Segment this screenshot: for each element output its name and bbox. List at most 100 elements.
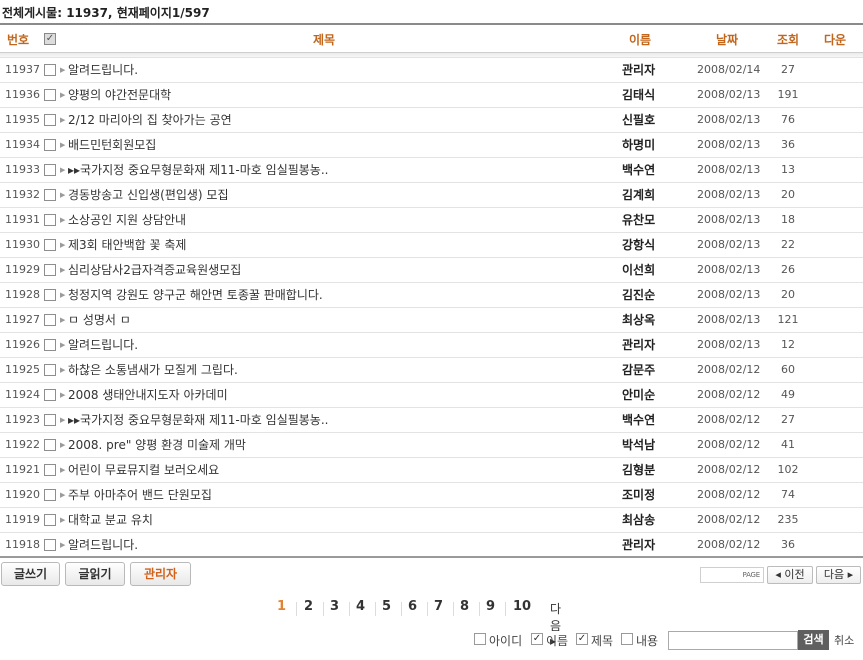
row-checkbox[interactable] bbox=[44, 264, 56, 276]
next-page-button[interactable]: 다음 ▸ bbox=[816, 566, 861, 584]
board-footer-line bbox=[0, 556, 863, 558]
read-button[interactable]: 글읽기 bbox=[65, 562, 125, 586]
arrow-icon: ▶ bbox=[60, 241, 66, 249]
page-link-2[interactable]: 2 bbox=[304, 599, 313, 614]
prev-page-button[interactable]: ◂ 이전 bbox=[767, 566, 813, 584]
row-checkbox[interactable] bbox=[44, 64, 56, 76]
search-button[interactable]: 검색 bbox=[798, 630, 829, 650]
post-title-link[interactable]: ▸▸국가지정 중요무형문화재 제11-마호 임실필봉농.. bbox=[68, 158, 328, 182]
row-checkbox[interactable] bbox=[44, 89, 56, 101]
page-link-8[interactable]: 8 bbox=[460, 599, 469, 614]
post-views: 41 bbox=[781, 438, 795, 451]
page-link-1[interactable]: 1 bbox=[277, 599, 286, 614]
post-title-link[interactable]: 알려드립니다. bbox=[68, 533, 138, 557]
post-date: 2008/02/13 bbox=[697, 88, 761, 101]
post-author: 조미정 bbox=[622, 488, 656, 502]
post-author: 김형분 bbox=[622, 463, 656, 477]
arrow-icon: ▶ bbox=[60, 216, 66, 224]
page-separator bbox=[375, 602, 376, 616]
post-author: 유찬모 bbox=[622, 213, 656, 227]
row-checkbox[interactable] bbox=[44, 314, 56, 326]
post-date: 2008/02/13 bbox=[697, 238, 761, 251]
total-label: 전체게시물: bbox=[2, 6, 62, 20]
arrow-icon: ▶ bbox=[60, 366, 66, 374]
post-title-link[interactable]: 청정지역 강원도 양구군 해안면 토종꿀 판매합니다. bbox=[68, 283, 323, 307]
column-header-title: 제목 bbox=[313, 33, 336, 47]
table-row: 11925 ▶ 하찮은 소통냄새가 모질게 그립다. 감문주 2008/02/12 60 bbox=[0, 358, 863, 383]
page-link-10[interactable]: 10 bbox=[513, 599, 531, 614]
post-views: 49 bbox=[781, 388, 795, 401]
table-row: 11928 ▶ 청정지역 강원도 양구군 해안면 토종꿀 판매합니다. 김진순 2008… bbox=[0, 283, 863, 308]
row-checkbox[interactable] bbox=[44, 514, 56, 526]
row-checkbox[interactable] bbox=[44, 239, 56, 251]
arrow-icon: ▶ bbox=[60, 141, 66, 149]
search-option-checkbox[interactable] bbox=[621, 633, 633, 645]
search-input[interactable] bbox=[668, 631, 798, 650]
row-checkbox[interactable] bbox=[44, 414, 56, 426]
arrow-icon: ▶ bbox=[60, 91, 66, 99]
row-checkbox[interactable] bbox=[44, 214, 56, 226]
post-number: 11922 bbox=[5, 438, 40, 451]
post-title-link[interactable]: 하찮은 소통냄새가 모질게 그립다. bbox=[68, 358, 238, 382]
post-title-link[interactable]: 2008. pre" 양평 환경 미술제 개막 bbox=[68, 433, 246, 457]
page-link-6[interactable]: 6 bbox=[408, 599, 417, 614]
row-checkbox[interactable] bbox=[44, 289, 56, 301]
page-number-input[interactable]: PAGE bbox=[700, 567, 764, 583]
page-link-7[interactable]: 7 bbox=[434, 599, 443, 614]
post-title-link[interactable]: 대학교 분교 유치 bbox=[68, 508, 153, 532]
post-views: 12 bbox=[781, 338, 795, 351]
row-checkbox[interactable] bbox=[44, 114, 56, 126]
post-title-link[interactable]: 심리상담사2급자격증교육원생모집 bbox=[68, 258, 241, 282]
post-number: 11936 bbox=[5, 88, 40, 101]
page-link-5[interactable]: 5 bbox=[382, 599, 391, 614]
write-button[interactable]: 글쓰기 bbox=[1, 562, 60, 586]
post-title-link[interactable]: 제3회 태안백합 꽃 축제 bbox=[68, 233, 186, 257]
post-title-link[interactable]: ㅁ 성명서 ㅁ bbox=[68, 308, 131, 332]
row-checkbox[interactable] bbox=[44, 364, 56, 376]
post-views: 27 bbox=[781, 63, 795, 76]
page-link-4[interactable]: 4 bbox=[356, 599, 365, 614]
row-checkbox[interactable] bbox=[44, 539, 56, 551]
row-checkbox[interactable] bbox=[44, 164, 56, 176]
arrow-icon: ▶ bbox=[60, 316, 66, 324]
search-option-checkbox[interactable]: ✓ bbox=[531, 633, 543, 645]
post-author: 안미순 bbox=[622, 388, 656, 402]
page-link-9[interactable]: 9 bbox=[486, 599, 495, 614]
row-checkbox[interactable] bbox=[44, 389, 56, 401]
arrow-icon: ▶ bbox=[60, 516, 66, 524]
post-author: 하명미 bbox=[622, 138, 656, 152]
cancel-button[interactable]: 취소 bbox=[834, 632, 854, 648]
admin-button[interactable]: 관리자 bbox=[130, 562, 191, 586]
post-title-link[interactable]: 알려드립니다. bbox=[68, 333, 138, 357]
post-title-link[interactable]: 어린이 무료뮤지컬 보러오세요 bbox=[68, 458, 219, 482]
post-number: 11934 bbox=[5, 138, 40, 151]
page-link-3[interactable]: 3 bbox=[330, 599, 339, 614]
post-author: 관리자 bbox=[622, 338, 656, 352]
post-number: 11932 bbox=[5, 188, 40, 201]
row-checkbox[interactable] bbox=[44, 489, 56, 501]
post-title-link[interactable]: 2/12 마리아의 집 찾아가는 공연 bbox=[68, 108, 232, 132]
select-all-checkbox[interactable]: ✓ bbox=[44, 33, 56, 45]
search-option-checkbox[interactable] bbox=[474, 633, 486, 645]
post-title-link[interactable]: 양평의 야간전문대학 bbox=[68, 83, 171, 107]
arrow-icon: ▶ bbox=[60, 191, 66, 199]
row-checkbox[interactable] bbox=[44, 189, 56, 201]
row-checkbox[interactable] bbox=[44, 439, 56, 451]
table-row: 11932 ▶ 경동방송고 신입생(편입생) 모집 김계희 2008/02/13 20 bbox=[0, 183, 863, 208]
post-title-link[interactable]: 알려드립니다. bbox=[68, 58, 138, 82]
search-option-checkbox[interactable]: ✓ bbox=[576, 633, 588, 645]
arrow-icon: ▶ bbox=[60, 391, 66, 399]
post-title-link[interactable]: 2008 생태안내지도자 아카데미 bbox=[68, 383, 228, 407]
row-checkbox[interactable] bbox=[44, 464, 56, 476]
arrow-icon: ▶ bbox=[60, 491, 66, 499]
post-views: 235 bbox=[777, 513, 799, 526]
post-title-link[interactable]: 소상공인 지원 상담안내 bbox=[68, 208, 186, 232]
post-title-link[interactable]: ▸▸국가지정 중요무형문화재 제11-마호 임실필봉농.. bbox=[68, 408, 328, 432]
post-title-link[interactable]: 주부 아마추어 밴드 단원모집 bbox=[68, 483, 212, 507]
post-title-link[interactable]: 배드민턴회원모집 bbox=[68, 133, 156, 157]
post-number: 11926 bbox=[5, 338, 40, 351]
post-title-link[interactable]: 경동방송고 신입생(편입생) 모집 bbox=[68, 183, 229, 207]
row-checkbox[interactable] bbox=[44, 339, 56, 351]
row-checkbox[interactable] bbox=[44, 139, 56, 151]
post-views: 60 bbox=[781, 363, 795, 376]
